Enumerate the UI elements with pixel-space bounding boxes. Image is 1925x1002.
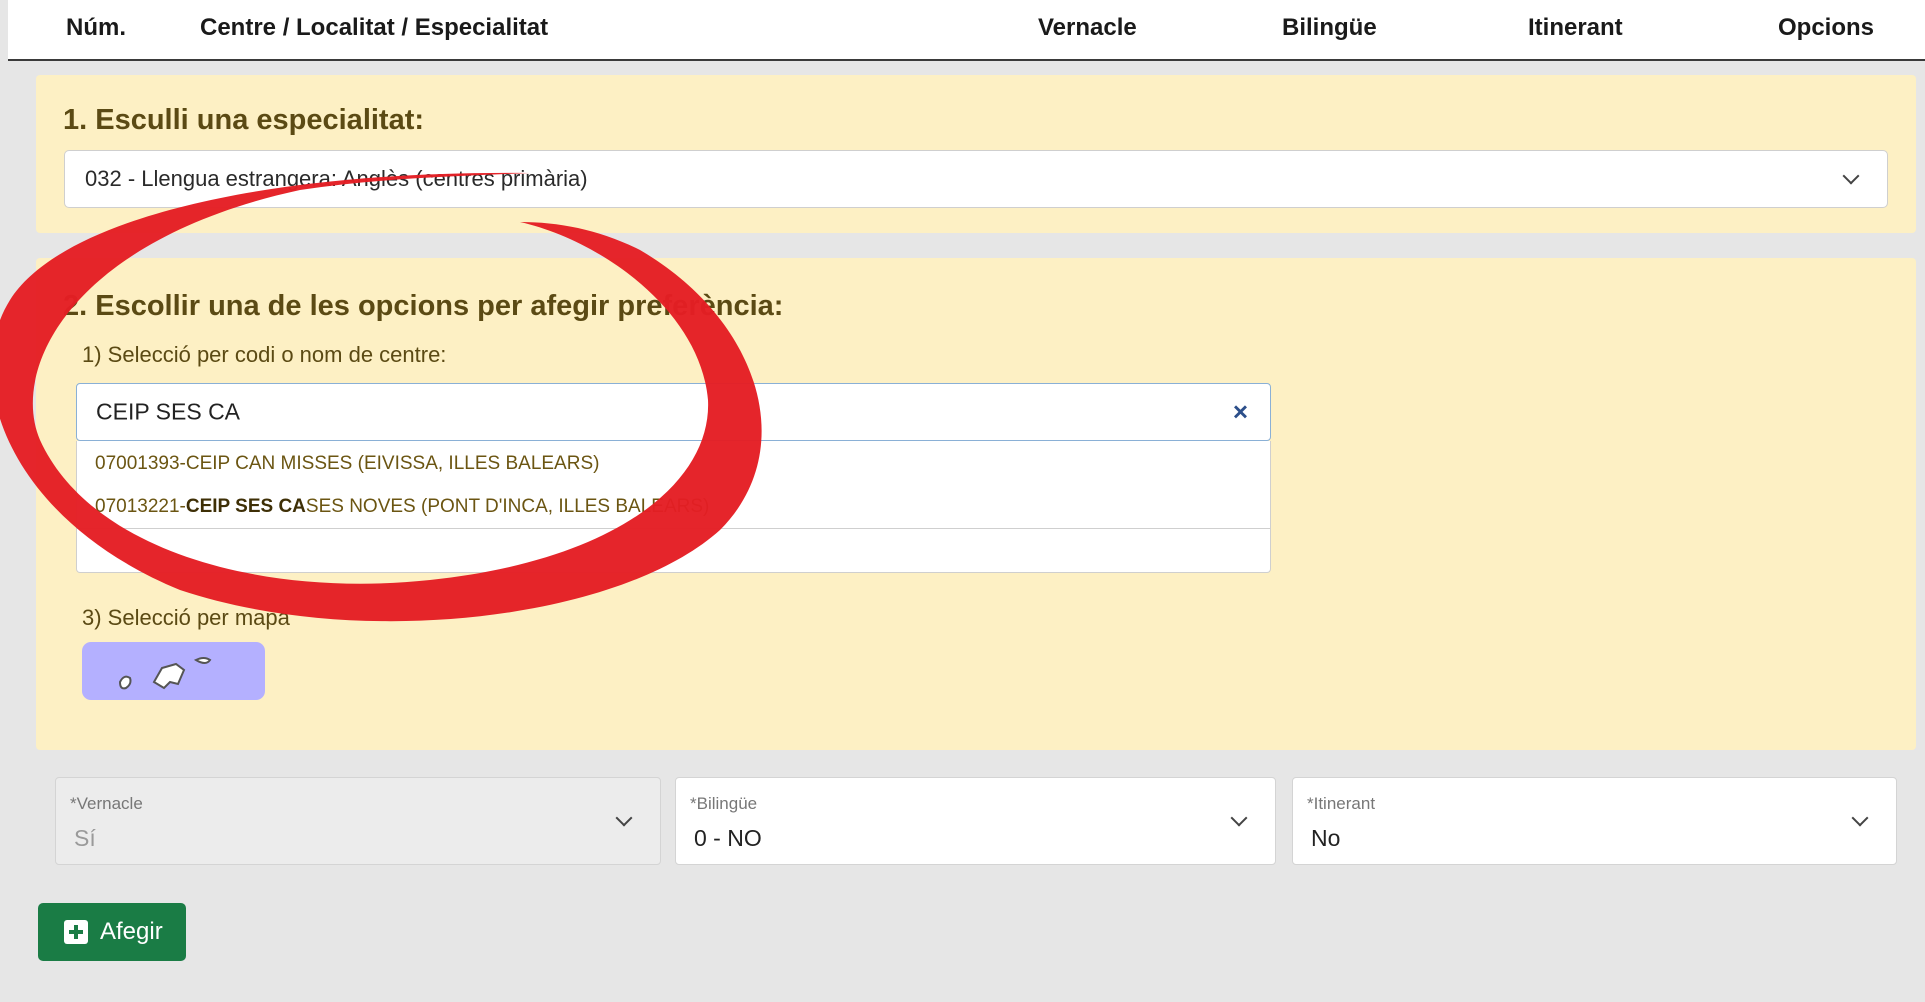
specialty-title: 1. Esculli una especialitat: xyxy=(63,104,425,136)
column-opcions: Opcions xyxy=(1778,14,1875,41)
balearic-islands-map-icon xyxy=(118,657,212,690)
column-num: Núm. xyxy=(66,14,126,41)
column-vernacle: Vernacle xyxy=(1038,14,1137,41)
column-centre: Centre / Localitat / Especialitat xyxy=(200,14,549,41)
itinerant-select[interactable]: *Itinerant No xyxy=(1292,777,1897,865)
option1-label: 1) Selecció per codi o nom de centre: xyxy=(82,342,447,367)
bilingue-select[interactable]: *Bilingüe 0 - NO xyxy=(675,777,1276,865)
table-header: Núm. Centre / Localitat / Especialitat V… xyxy=(8,0,1925,61)
column-itinerant: Itinerant xyxy=(1528,14,1623,41)
add-button[interactable]: Afegir xyxy=(38,903,186,961)
map-select-button[interactable] xyxy=(82,642,265,700)
autocomplete-option[interactable]: 07013221-CEIP SES CASES NOVES (PONT D'IN… xyxy=(95,496,709,518)
close-icon[interactable]: × xyxy=(1233,397,1248,428)
chevron-down-icon xyxy=(615,809,633,827)
centre-search-value: CEIP SES CA xyxy=(96,398,241,425)
plus-square-icon xyxy=(64,920,88,944)
itinerant-label: *Itinerant xyxy=(1307,794,1376,813)
preference-panel: 2. Escollir una de les opcions per afegi… xyxy=(36,258,1916,750)
chevron-down-icon xyxy=(1851,809,1869,827)
autocomplete-option[interactable]: 07001393-CEIP CAN MISSES (EIVISSA, ILLES… xyxy=(95,453,599,475)
add-button-label: Afegir xyxy=(100,918,163,945)
specialty-panel: 1. Esculli una especialitat: 032 - Lleng… xyxy=(36,75,1916,233)
centre-search-input[interactable]: CEIP SES CA × xyxy=(76,383,1271,441)
vernacle-select[interactable]: *Vernacle Sí xyxy=(55,777,661,865)
bilingue-label: *Bilingüe xyxy=(690,794,758,813)
option2-input[interactable] xyxy=(76,529,1271,573)
column-bilingue: Bilingüe xyxy=(1282,14,1377,41)
option3-label: 3) Selecció per mapa xyxy=(82,605,290,630)
specialty-select[interactable]: 032 - Llengua estrangera: Anglès (centre… xyxy=(64,150,1888,208)
vernacle-label: *Vernacle xyxy=(70,794,143,813)
itinerant-value: No xyxy=(1311,825,1341,851)
autocomplete-dropdown: 07001393-CEIP CAN MISSES (EIVISSA, ILLES… xyxy=(76,441,1271,529)
vernacle-value: Sí xyxy=(74,825,96,851)
bilingue-value: 0 - NO xyxy=(694,825,762,851)
chevron-down-icon xyxy=(1842,167,1860,185)
chevron-down-icon xyxy=(1230,809,1248,827)
preference-title: 2. Escollir una de les opcions per afegi… xyxy=(63,290,784,322)
specialty-select-value: 032 - Llengua estrangera: Anglès (centre… xyxy=(85,166,588,191)
